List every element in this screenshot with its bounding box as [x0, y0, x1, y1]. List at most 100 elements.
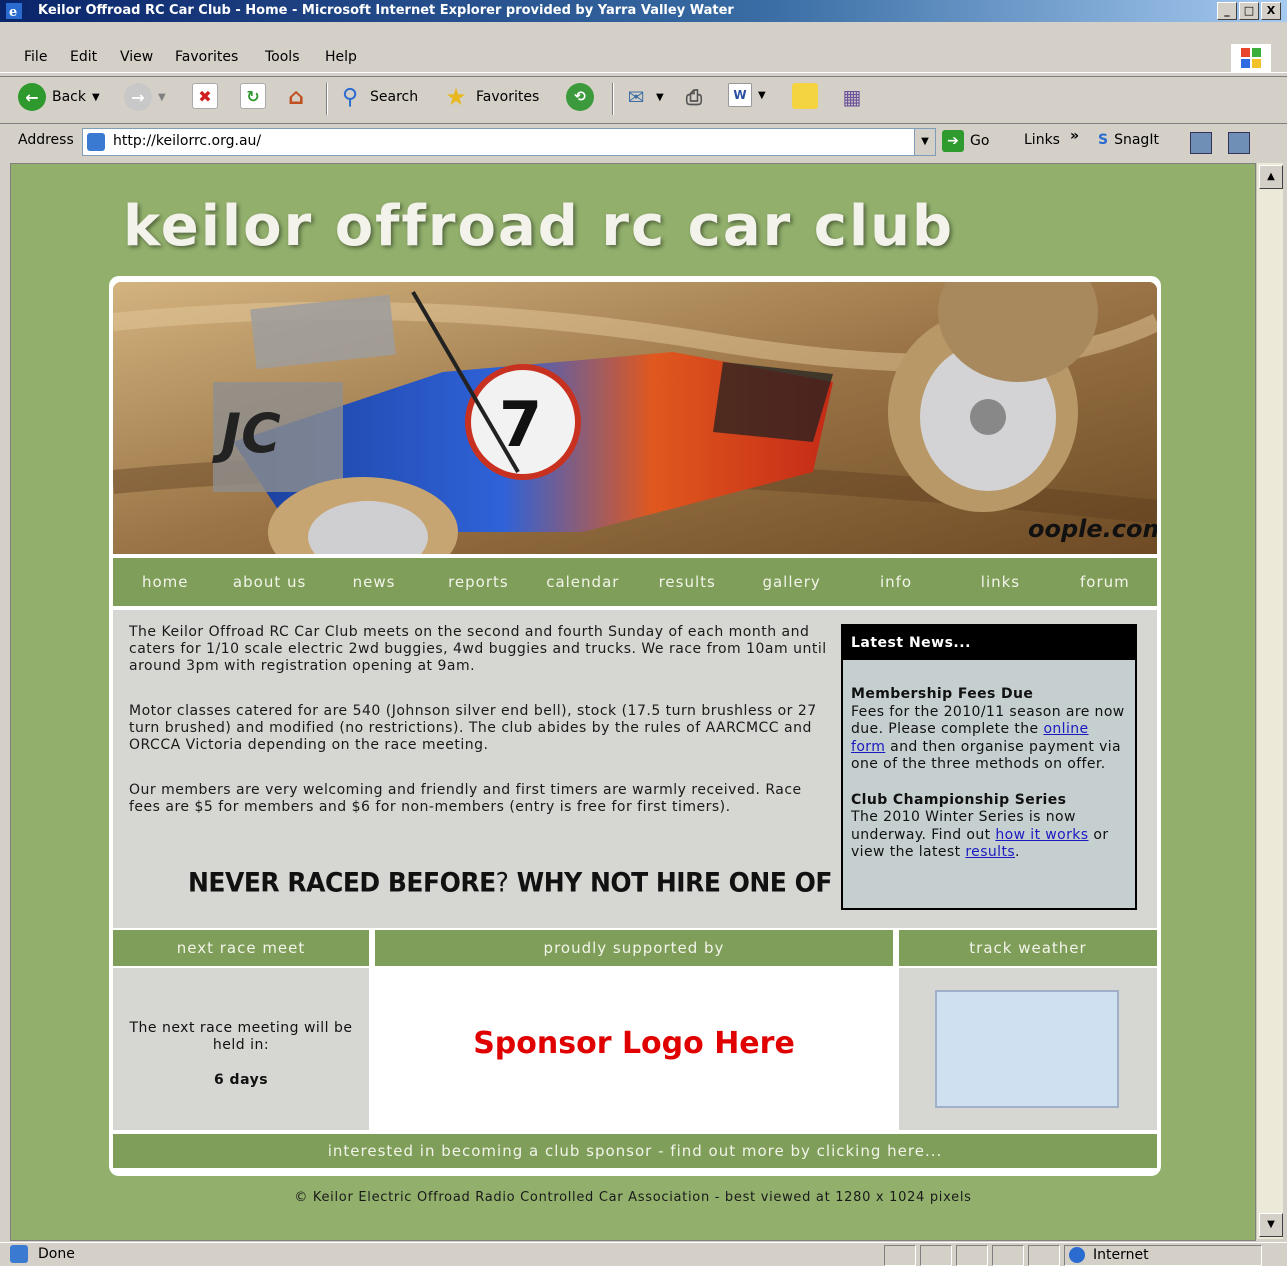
menu-view[interactable]: View	[120, 49, 153, 65]
privacy-report-icon[interactable]	[992, 1245, 1024, 1266]
main-navigation: home about us news reports calendar resu…	[113, 558, 1157, 606]
forward-dropdown-icon[interactable]: ▼	[158, 92, 166, 103]
back-button[interactable]: ← Back ▼	[18, 83, 100, 111]
vertical-scrollbar[interactable]: ▲ ▼	[1256, 163, 1283, 1239]
research-button[interactable]: ▦	[838, 83, 866, 111]
menu-edit[interactable]: Edit	[70, 49, 97, 65]
address-bar: Address http://keilorrc.org.au/ ▼ ➔ Go L…	[0, 124, 1287, 160]
menu-help[interactable]: Help	[325, 49, 357, 65]
toolbar-separator	[612, 83, 613, 115]
internet-zone-icon	[1069, 1247, 1085, 1263]
forward-arrow-icon: →	[124, 83, 152, 111]
intro-paragraph: Our members are very welcoming and frien…	[129, 782, 802, 815]
nav-info[interactable]: info	[844, 558, 948, 606]
latest-news-body: Membership Fees Due Fees for the 2010/11…	[843, 660, 1135, 862]
next-race-text: The next race meeting will be held in:	[129, 1020, 353, 1053]
nav-results[interactable]: results	[635, 558, 739, 606]
intro-text: The Keilor Offroad RC Car Club meets on …	[129, 624, 829, 844]
search-label: Search	[370, 89, 419, 105]
mail-button[interactable]: ✉ ▼	[622, 83, 664, 111]
address-dropdown-icon[interactable]: ▼	[914, 129, 935, 155]
snagit-icon: S	[1098, 132, 1109, 148]
snagit-settings-icon[interactable]	[1228, 132, 1250, 154]
snagit-button[interactable]: S SnagIt	[1098, 132, 1159, 148]
nav-about-us[interactable]: about us	[217, 558, 321, 606]
intro-paragraph: The Keilor Offroad RC Car Club meets on …	[129, 624, 827, 674]
track-weather-panel	[899, 968, 1157, 1130]
nav-gallery[interactable]: gallery	[739, 558, 843, 606]
menu-file[interactable]: File	[24, 49, 47, 65]
sponsor-heading: proudly supported by	[375, 930, 893, 966]
track-weather-heading: track weather	[899, 930, 1157, 966]
page-status-icon	[10, 1245, 28, 1263]
window-title-bar[interactable]: e Keilor Offroad RC Car Club - Home - Mi…	[0, 0, 1287, 22]
news-item-title: Club Championship Series	[851, 791, 1067, 808]
ie-icon: e	[6, 3, 22, 19]
weatherzone-widget[interactable]	[935, 990, 1119, 1108]
nav-reports[interactable]: reports	[426, 558, 530, 606]
back-dropdown-icon[interactable]: ▼	[92, 92, 100, 103]
menu-tools[interactable]: Tools	[265, 49, 300, 65]
news-item: Club Championship Series The 2010 Winter…	[851, 792, 1127, 862]
news-item: Membership Fees Due Fees for the 2010/11…	[851, 686, 1127, 774]
sponsor-logo-placeholder[interactable]: Sponsor Logo Here	[375, 1026, 893, 1061]
close-button[interactable]: X	[1261, 2, 1281, 20]
status-cell	[920, 1245, 952, 1266]
links-chevron-icon[interactable]: »	[1070, 128, 1079, 144]
menu-favorites[interactable]: Favorites	[175, 49, 238, 65]
status-cell	[956, 1245, 988, 1266]
svg-text:e: e	[9, 5, 17, 19]
nav-links[interactable]: links	[948, 558, 1052, 606]
sponsor-cta-link[interactable]: interested in becoming a club sponsor - …	[113, 1134, 1157, 1168]
latest-news-box: Latest News... Membership Fees Due Fees …	[841, 624, 1137, 910]
favorites-label: Favorites	[476, 89, 540, 105]
window-title: Keilor Offroad RC Car Club - Home - Micr…	[38, 3, 734, 18]
status-cell	[884, 1245, 916, 1266]
page-viewport: keilor offroad rc car club 7 JC oople.co…	[10, 163, 1256, 1241]
back-label: Back	[52, 89, 86, 105]
history-button[interactable]: ⟲	[566, 83, 594, 111]
refresh-button[interactable]: ↻	[240, 83, 266, 109]
address-url[interactable]: http://keilorrc.org.au/	[113, 133, 261, 149]
news-item-text: and then organise payment via one of the…	[851, 738, 1122, 773]
links-label[interactable]: Links	[1024, 132, 1060, 148]
menu-bar: File Edit View Favorites Tools Help	[0, 44, 1287, 73]
edit-dropdown-icon[interactable]: ▼	[758, 90, 766, 101]
maximize-button[interactable]: □	[1239, 2, 1259, 20]
edit-button[interactable]: W ▼	[728, 83, 766, 107]
forward-button[interactable]: → ▼	[124, 83, 166, 111]
how-it-works-link[interactable]: how it works	[995, 827, 1088, 843]
standard-toolbar: ← Back ▼ → ▼ ✖ ↻ ⌂ ⚲ Search ★ Favorites …	[0, 76, 1287, 124]
discuss-button[interactable]	[792, 83, 818, 109]
nav-home[interactable]: home	[113, 558, 217, 606]
rc-buggy-photo: 7 JC oople.com	[113, 282, 1157, 554]
hero-logo: oople.com	[1028, 515, 1157, 543]
nav-forum[interactable]: forum	[1053, 558, 1157, 606]
research-icon: ▦	[842, 85, 862, 109]
nav-news[interactable]: news	[322, 558, 426, 606]
go-arrow-icon: ➔	[942, 130, 964, 152]
home-icon: ⌂	[288, 84, 304, 110]
search-button[interactable]: ⚲ Search	[336, 83, 418, 111]
minimize-button[interactable]: _	[1217, 2, 1237, 20]
print-icon: ⎙	[686, 85, 702, 109]
copyright-notice: © Keilor Electric Offroad Radio Controll…	[294, 1190, 972, 1205]
print-button[interactable]: ⎙	[680, 83, 708, 111]
favorites-button[interactable]: ★ Favorites	[442, 83, 539, 111]
address-field[interactable]: http://keilorrc.org.au/ ▼	[82, 128, 936, 156]
scroll-down-icon[interactable]: ▼	[1259, 1213, 1283, 1237]
mail-dropdown-icon[interactable]: ▼	[656, 92, 664, 103]
latest-news-heading: Latest News...	[843, 626, 1135, 660]
home-button[interactable]: ⌂	[282, 83, 310, 111]
next-race-heading: next race meet	[113, 930, 369, 966]
go-button[interactable]: ➔ Go	[942, 130, 989, 152]
refresh-icon: ↻	[240, 83, 266, 109]
results-link[interactable]: results	[965, 844, 1015, 860]
svg-text:JC: JC	[212, 402, 281, 465]
stop-button[interactable]: ✖	[192, 83, 218, 109]
snagit-capture-icon[interactable]	[1190, 132, 1212, 154]
sponsor-panel[interactable]: Sponsor Logo Here	[375, 968, 893, 1130]
nav-calendar[interactable]: calendar	[531, 558, 635, 606]
site-title: keilor offroad rc car club	[123, 194, 955, 259]
scroll-up-icon[interactable]: ▲	[1259, 165, 1283, 189]
